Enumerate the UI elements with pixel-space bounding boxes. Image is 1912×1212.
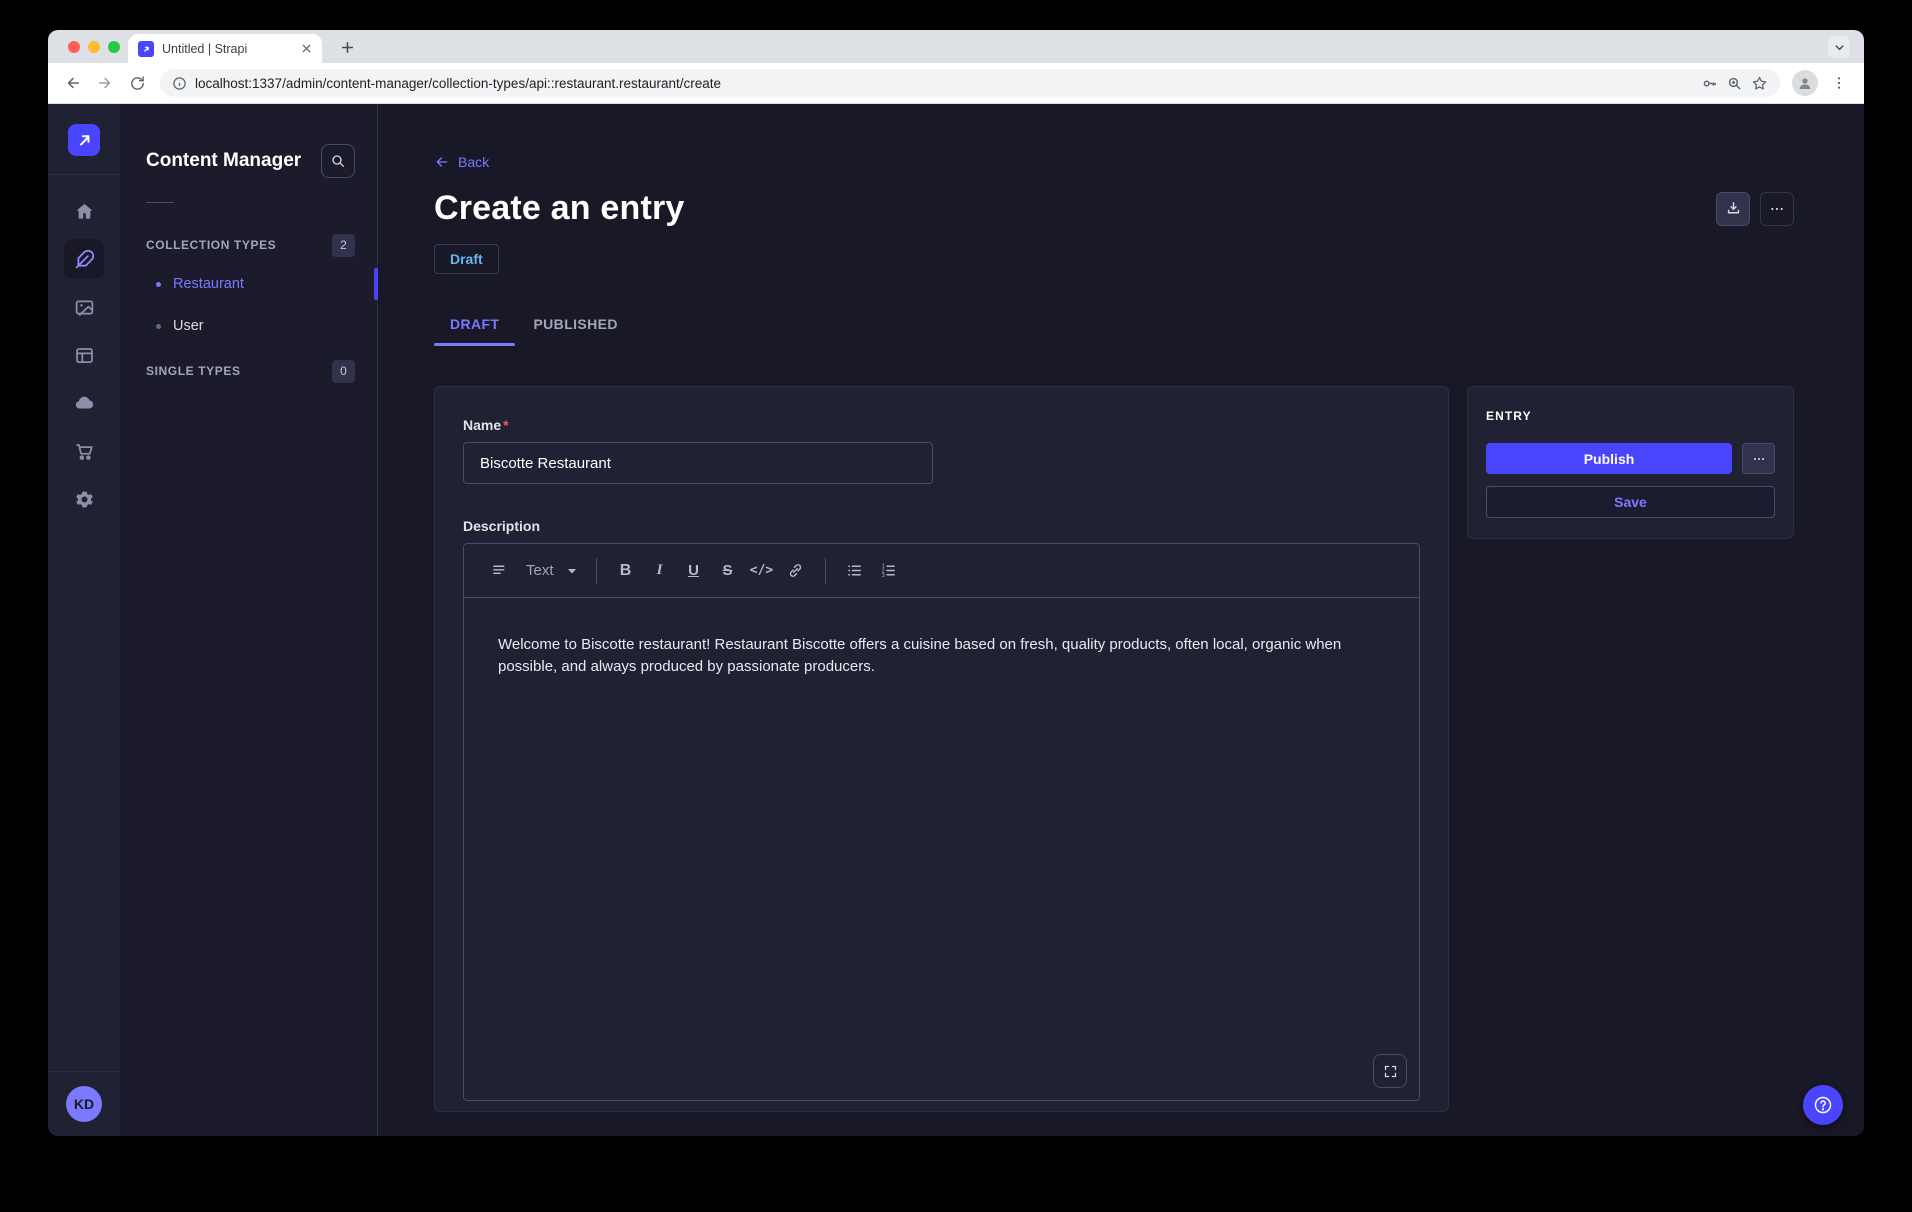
help-button[interactable] [1803, 1085, 1843, 1125]
zoom-window-button[interactable] [108, 41, 120, 53]
name-input[interactable] [463, 442, 933, 484]
strikethrough-icon[interactable]: S [711, 555, 745, 587]
close-window-button[interactable] [68, 41, 80, 53]
user-avatar[interactable]: KD [66, 1086, 102, 1122]
single-types-section: SINGLE TYPES 0 [120, 359, 377, 383]
entry-panel-title: ENTRY [1486, 409, 1775, 423]
bold-icon[interactable]: B [609, 555, 643, 587]
publish-button[interactable]: Publish [1486, 443, 1732, 474]
numbered-list-icon[interactable]: 123 [872, 555, 906, 587]
subnav-title: Content Manager [146, 150, 301, 172]
sidebar-item-restaurant[interactable]: Restaurant [120, 263, 377, 305]
back-arrow-icon [434, 154, 450, 170]
entry-more-button[interactable] [1742, 443, 1775, 474]
name-field: Name* [463, 417, 1420, 484]
new-tab-icon[interactable] [336, 36, 358, 58]
content-manager-subnav: Content Manager COLLECTION TYPES 2 Resta… [120, 104, 378, 1136]
question-mark-icon [1812, 1094, 1834, 1116]
status-badge: Draft [434, 244, 499, 274]
tab-close-icon[interactable] [298, 41, 314, 57]
version-tabs: DRAFT PUBLISHED [434, 316, 1794, 346]
settings-gear-icon[interactable] [64, 479, 104, 519]
minimize-window-button[interactable] [88, 41, 100, 53]
svg-text:3: 3 [882, 573, 885, 579]
marketplace-cart-icon[interactable] [64, 431, 104, 471]
tab-search-chevron-icon[interactable] [1828, 36, 1850, 58]
description-editor-content[interactable]: Welcome to Biscotte restaurant! Restaura… [464, 598, 1419, 1100]
content-manager-feather-icon[interactable] [64, 239, 104, 279]
header-more-button[interactable] [1760, 192, 1794, 226]
media-library-icon[interactable] [64, 287, 104, 327]
browser-menu-icon[interactable] [1824, 68, 1854, 98]
back-icon[interactable] [58, 68, 88, 98]
export-download-button[interactable] [1716, 192, 1750, 226]
browser-window: Untitled | Strapi localhost:1337/admin/c… [48, 30, 1864, 1136]
tab-published[interactable]: PUBLISHED [517, 316, 634, 346]
block-type-select[interactable]: Text [526, 562, 578, 579]
save-button[interactable]: Save [1486, 486, 1775, 518]
required-marker: * [503, 417, 508, 433]
url-text: localhost:1337/admin/content-manager/col… [195, 76, 1693, 91]
main-nav-rail: KD [48, 104, 120, 1136]
nav-footer: KD [48, 1071, 120, 1122]
entry-side-panel: ENTRY Publish Save [1467, 386, 1794, 539]
subnav-divider [146, 202, 174, 203]
search-button[interactable] [321, 144, 355, 178]
reload-icon[interactable] [122, 68, 152, 98]
bookmark-star-icon[interactable] [1751, 75, 1768, 92]
nav-divider [48, 174, 120, 175]
browser-tab[interactable]: Untitled | Strapi [128, 34, 322, 63]
underline-icon[interactable]: U [677, 555, 711, 587]
count-badge: 2 [332, 234, 355, 257]
strapi-favicon-icon [138, 41, 154, 57]
back-link[interactable]: Back [434, 154, 489, 170]
block-type-value: Text [526, 562, 554, 579]
back-label: Back [458, 154, 489, 170]
password-key-icon[interactable] [1701, 75, 1718, 92]
home-icon[interactable] [64, 191, 104, 231]
bullet-icon [156, 324, 161, 329]
page-title: Create an entry [434, 189, 685, 228]
link-icon[interactable] [779, 555, 813, 587]
sidebar-item-label: Restaurant [173, 276, 244, 292]
toolbar-divider [596, 558, 597, 584]
count-badge: 0 [332, 360, 355, 383]
browser-tabstrip: Untitled | Strapi [48, 30, 1864, 63]
section-label: COLLECTION TYPES [146, 238, 276, 252]
zoom-icon[interactable] [1726, 75, 1743, 92]
align-left-icon[interactable] [482, 555, 516, 587]
code-icon[interactable]: </> [745, 555, 779, 587]
editor-toolbar: Text B I U S </> [464, 544, 1419, 598]
browser-profile-icon[interactable] [1792, 70, 1818, 96]
cloud-icon[interactable] [64, 383, 104, 423]
forward-icon[interactable] [90, 68, 120, 98]
browser-toolbar: localhost:1337/admin/content-manager/col… [48, 63, 1864, 104]
chevron-down-icon [566, 565, 578, 577]
bullet-list-icon[interactable] [838, 555, 872, 587]
toolbar-divider [825, 558, 826, 584]
section-label: SINGLE TYPES [146, 364, 241, 378]
name-field-label: Name* [463, 417, 509, 433]
rich-text-editor: Text B I U S </> [463, 543, 1420, 1101]
tab-title: Untitled | Strapi [162, 42, 290, 56]
collection-types-section: COLLECTION TYPES 2 Restaurant User [120, 233, 377, 347]
sidebar-item-label: User [173, 318, 204, 334]
description-field-label: Description [463, 518, 540, 534]
description-field: Description Text [463, 518, 1420, 1101]
main-content: Back Create an entry Draft DRAFT [378, 104, 1864, 1136]
address-bar[interactable]: localhost:1337/admin/content-manager/col… [160, 69, 1780, 97]
strapi-logo-icon[interactable] [68, 124, 100, 156]
strapi-app: KD Content Manager COLLECTION TYPES 2 [48, 104, 1864, 1136]
italic-icon[interactable]: I [643, 555, 677, 587]
sidebar-item-user[interactable]: User [120, 305, 377, 347]
expand-editor-icon[interactable] [1373, 1054, 1407, 1088]
bullet-icon [156, 282, 161, 287]
content-type-builder-icon[interactable] [64, 335, 104, 375]
site-info-icon[interactable] [172, 76, 187, 91]
tab-draft[interactable]: DRAFT [434, 316, 515, 346]
entry-form-panel: Name* Description Text [434, 386, 1449, 1112]
macos-traffic-lights [68, 41, 120, 53]
